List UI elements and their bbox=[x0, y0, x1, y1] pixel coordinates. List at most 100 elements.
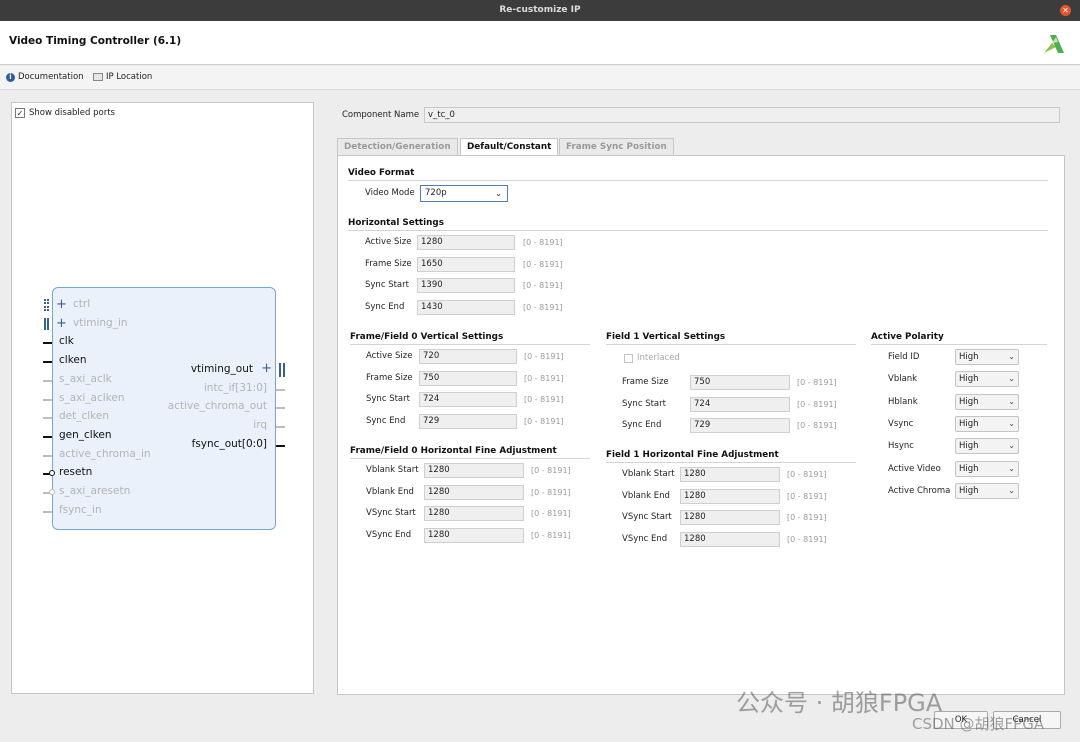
polarity-row-label: Field ID bbox=[888, 352, 920, 362]
horizontal-row-label: Sync End bbox=[365, 302, 405, 313]
component-name-label: Component Name bbox=[342, 110, 420, 120]
horizontal-row-label: Sync Start bbox=[365, 280, 409, 291]
chevron-down-icon: ⌄ bbox=[1008, 352, 1015, 361]
port-wire bbox=[43, 398, 52, 401]
divider bbox=[350, 344, 590, 345]
f0_hfine-row-range: [0 - 8191] bbox=[531, 509, 571, 519]
symbol-panel: ✓ Show disabled ports + ctrl + vtiming_in cl… bbox=[11, 102, 314, 694]
video-mode-value: 720p bbox=[425, 188, 447, 198]
polarity-select[interactable]: High ⌄ bbox=[955, 393, 1019, 410]
port-label-s_axi_aclk: s_axi_aclk bbox=[59, 372, 112, 385]
polarity-row-label: Hsync bbox=[888, 441, 914, 452]
polarity-value: High bbox=[959, 418, 979, 429]
f1-vertical-heading: Field 1 Vertical Settings bbox=[606, 332, 726, 342]
f0_hfine-row-label: VSync Start bbox=[366, 508, 416, 519]
polarity-select[interactable]: High ⌄ bbox=[955, 482, 1019, 499]
polarity-select[interactable]: High ⌄ bbox=[955, 438, 1019, 455]
polarity-select[interactable]: High ⌄ bbox=[955, 460, 1019, 477]
polarity-select[interactable]: High ⌄ bbox=[955, 349, 1019, 365]
close-button[interactable]: ✕ bbox=[1060, 5, 1071, 16]
f0_hfine-row-input[interactable]: 1280 bbox=[424, 484, 524, 500]
f0_hfine-row-label: Vblank Start bbox=[366, 465, 419, 475]
port-wire bbox=[43, 417, 52, 420]
expand-plus-icon[interactable]: + bbox=[56, 297, 67, 312]
port-label-active_chroma_out: active_chroma_out bbox=[167, 400, 267, 413]
f1_hfine-row-input[interactable]: 1280 bbox=[680, 510, 780, 526]
tab-frame-sync-position[interactable]: Frame Sync Position bbox=[559, 138, 674, 156]
port-label-clken: clken bbox=[59, 354, 87, 367]
horizontal-row-input[interactable]: 1650 bbox=[417, 256, 515, 272]
documentation-link[interactable]: i Documentation bbox=[6, 72, 84, 82]
f1_vertical-row-label: Sync End bbox=[622, 420, 662, 431]
f0_hfine-row-input[interactable]: 1280 bbox=[424, 463, 524, 478]
inverted-input-icon bbox=[49, 489, 55, 495]
f1_hfine-heading: Field 1 Horizontal Fine Adjustment bbox=[606, 450, 779, 460]
links-bar: i Documentation IP Location bbox=[0, 66, 1080, 90]
horizontal-row-input[interactable]: 1430 bbox=[417, 300, 515, 316]
horizontal-row-input[interactable]: 1280 bbox=[417, 235, 515, 250]
ip-block-symbol: + ctrl + vtiming_in clk clken s_axi_aclk s_axi_… bbox=[43, 287, 285, 530]
expand-plus-icon[interactable]: + bbox=[261, 361, 272, 376]
component-name-input[interactable]: v_tc_0 bbox=[424, 107, 1060, 123]
tab-detection-generation[interactable]: Detection/Generation bbox=[337, 138, 458, 156]
f0_hfine-row-label: Vblank End bbox=[366, 486, 414, 497]
f0_hfine-row-input[interactable]: 1280 bbox=[424, 528, 524, 544]
ip-location-link[interactable]: IP Location bbox=[93, 72, 152, 82]
documentation-label: Documentation bbox=[18, 72, 84, 82]
port-wire bbox=[276, 388, 285, 391]
checkbox-checked-icon[interactable]: ✓ bbox=[15, 108, 25, 118]
f1_hfine-row-input[interactable]: 1280 bbox=[680, 467, 780, 482]
f1_hfine-row-label: Vblank Start bbox=[622, 469, 675, 479]
polarity-row-label: Vblank bbox=[888, 374, 918, 385]
f1_hfine-row-input[interactable]: 1280 bbox=[680, 488, 780, 504]
watermark-csdn: CSDN @胡狼FPGA bbox=[912, 715, 1045, 733]
port-label-s_axi_aclken: s_axi_aclken bbox=[59, 391, 125, 404]
f1_vertical-row-input[interactable]: 750 bbox=[690, 375, 790, 390]
chevron-down-icon: ⌄ bbox=[1008, 441, 1015, 451]
show-disabled-ports-checkbox[interactable]: ✓ Show disabled ports bbox=[15, 108, 115, 118]
f1_hfine-row-range: [0 - 8191] bbox=[787, 470, 827, 479]
f0_vertical-row-range: [0 - 8191] bbox=[524, 417, 564, 427]
video-mode-select[interactable]: 720p ⌄ bbox=[420, 185, 508, 202]
port-label-resetn: resetn bbox=[59, 466, 93, 479]
f0_vertical-row-label: Sync End bbox=[366, 416, 406, 427]
active-polarity-heading: Active Polarity bbox=[871, 332, 944, 342]
f0_vertical-row-label: Active Size bbox=[366, 351, 413, 361]
polarity-value: High bbox=[959, 396, 979, 407]
port-label-s_axi_aresetn: s_axi_aresetn bbox=[59, 485, 131, 497]
window-title-bar: Re-customize IP bbox=[0, 0, 1080, 21]
interlaced-checkbox[interactable]: Interlaced bbox=[624, 353, 680, 363]
f0_vertical-row-input[interactable]: 724 bbox=[419, 392, 517, 408]
window-title: Re-customize IP bbox=[499, 5, 581, 15]
f0_hfine-row-range: [0 - 8191] bbox=[531, 531, 571, 541]
f1_hfine-row-label: Vblank End bbox=[622, 490, 670, 501]
polarity-select[interactable]: High ⌄ bbox=[955, 371, 1019, 388]
f0_vertical-row-range: [0 - 8191] bbox=[524, 395, 564, 405]
f0_vertical-row-label: Frame Size bbox=[366, 372, 413, 383]
f0_vertical-row-input[interactable]: 750 bbox=[419, 370, 517, 386]
f1_vertical-row-input[interactable]: 724 bbox=[690, 396, 790, 412]
f0_vertical-row-input[interactable]: 720 bbox=[419, 349, 517, 364]
f1_hfine-row-input[interactable]: 1280 bbox=[680, 532, 780, 548]
polarity-row-label: Active Chroma bbox=[888, 485, 951, 496]
port-wire bbox=[43, 342, 52, 345]
polarity-select[interactable]: High ⌄ bbox=[955, 415, 1019, 432]
show-disabled-ports-label: Show disabled ports bbox=[29, 108, 115, 118]
f0_vertical-row-input[interactable]: 729 bbox=[419, 414, 517, 430]
video-mode-label: Video Mode bbox=[365, 188, 415, 198]
expand-plus-icon[interactable]: + bbox=[56, 316, 67, 331]
port-label-clk: clk bbox=[59, 335, 74, 348]
divider bbox=[871, 344, 1047, 345]
port-wire bbox=[276, 407, 285, 410]
f0_hfine-row-input[interactable]: 1280 bbox=[424, 506, 524, 522]
f1_hfine-row-range: [0 - 8191] bbox=[787, 535, 827, 545]
f1_vertical-row-input[interactable]: 729 bbox=[690, 418, 790, 434]
info-icon: i bbox=[6, 72, 15, 82]
folder-icon bbox=[93, 73, 103, 81]
port-wire bbox=[43, 435, 52, 438]
chevron-down-icon: ⌄ bbox=[1008, 374, 1015, 384]
checkbox-icon bbox=[624, 353, 633, 363]
f1_hfine-row-range: [0 - 8191] bbox=[787, 491, 827, 501]
horizontal-row-input[interactable]: 1390 bbox=[417, 278, 515, 294]
ip-title: Video Timing Controller (6.1) bbox=[9, 35, 182, 47]
